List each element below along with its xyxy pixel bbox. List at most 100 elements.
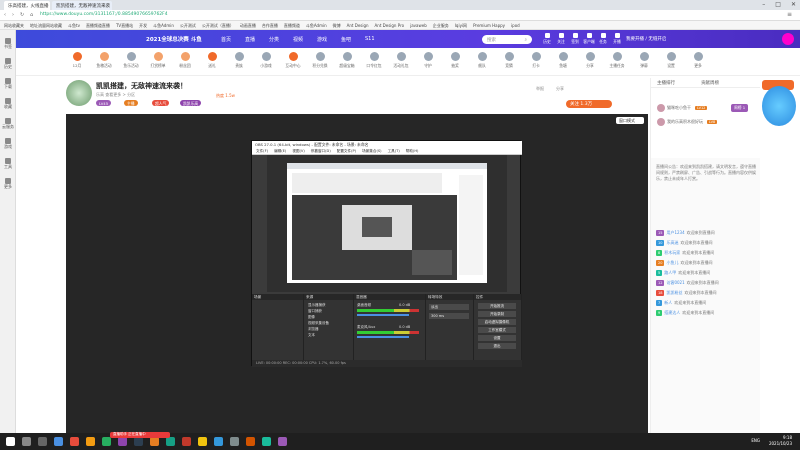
search-input[interactable]: 搜索 ⌕ xyxy=(482,35,532,44)
minimize-icon[interactable]: – xyxy=(762,1,765,8)
category-item[interactable]: 弹幕 xyxy=(633,52,655,69)
app-icon[interactable] xyxy=(198,437,207,446)
menu-icon[interactable]: ≡ xyxy=(787,11,792,18)
category-item[interactable]: 超级宝箱 xyxy=(336,52,358,69)
nav-link[interactable]: S11 xyxy=(365,36,375,42)
bookmark-item[interactable]: 微博 xyxy=(333,23,341,28)
category-item[interactable]: 分享 xyxy=(579,52,601,69)
user-menu[interactable]: 我要开播 / 无缝开启 xyxy=(626,36,666,42)
obs-volume-slider[interactable] xyxy=(357,314,409,316)
tab-weekly-rank[interactable]: 贡献周榜 xyxy=(701,80,719,86)
bookmark-item[interactable]: 地址流量网站收藏 xyxy=(30,23,62,28)
share-link[interactable]: 分享 xyxy=(556,86,564,92)
obs-menu-item[interactable]: 场景集合(S) xyxy=(362,149,381,153)
obs-control-button[interactable]: 设置 xyxy=(478,335,516,341)
live-banner[interactable]: 直播助手 正在直播中 xyxy=(110,432,170,438)
bookmark-item[interactable]: Ant Design xyxy=(347,23,369,28)
header-icon[interactable]: 历史 xyxy=(541,33,553,45)
header-icon[interactable]: 关注 xyxy=(555,33,567,45)
category-item[interactable]: 主播任务 xyxy=(606,52,628,69)
category-item[interactable]: 鱼粮活动 xyxy=(93,52,115,69)
app-icon[interactable] xyxy=(182,437,191,446)
category-item[interactable]: 互动中心 xyxy=(282,52,304,69)
category-item[interactable]: 送礼 xyxy=(201,52,223,69)
chat-user[interactable]: 搭建达人 xyxy=(664,310,680,315)
streamer-avatar[interactable] xyxy=(66,80,92,106)
obs-transition-duration[interactable]: 300 ms xyxy=(429,313,469,319)
header-icon[interactable]: 客户端 xyxy=(583,33,595,45)
app-icon[interactable] xyxy=(118,437,127,446)
tab-host-rank[interactable]: 主播排行 xyxy=(657,80,675,86)
bookmark-item[interactable]: Ant Design Pro xyxy=(375,23,405,28)
obs-control-button[interactable]: 开始录制 xyxy=(478,311,516,317)
back-icon[interactable]: ‹ xyxy=(4,12,6,18)
room-tag[interactable]: 主播 xyxy=(124,100,138,106)
bookmark-item[interactable]: Iqiyi网 xyxy=(455,23,467,28)
bookmark-item[interactable]: 直播频道 xyxy=(284,23,300,28)
obs-source-item[interactable]: 浏览器 xyxy=(308,327,319,332)
nav-link[interactable]: 分类 xyxy=(269,36,279,43)
obs-menu-item[interactable]: 文件(F) xyxy=(256,149,268,153)
sidebar-item[interactable]: 下载 xyxy=(1,78,15,90)
url-input[interactable]: https://www.douyu.com/3131167;/0.8854907… xyxy=(40,12,640,19)
forward-icon[interactable]: › xyxy=(12,12,14,18)
promo-bubble[interactable] xyxy=(762,86,796,126)
header-icon[interactable]: 签到 xyxy=(569,33,581,45)
bookmark-item[interactable]: 合作直播 xyxy=(262,23,278,28)
browser-tab-active[interactable]: 乐高搭建，火线直播 xyxy=(4,1,50,10)
player-mode-button[interactable]: 窗口模式 xyxy=(616,117,644,124)
obs-transition-select[interactable]: 淡出 xyxy=(429,304,469,310)
category-item[interactable]: 打卡 xyxy=(525,52,547,69)
maximize-icon[interactable]: □ xyxy=(775,1,781,8)
nav-link[interactable]: 鱼吧 xyxy=(341,36,351,43)
bookmark-item[interactable]: 企业服务 xyxy=(433,23,449,28)
nav-link[interactable]: 直播 xyxy=(245,36,255,43)
sidebar-item[interactable]: 历史 xyxy=(1,58,15,70)
site-logo[interactable]: 2021全球总决赛 斗鱼 xyxy=(146,35,202,43)
sidebar-item[interactable]: 更多 xyxy=(1,178,15,190)
bookmark-item[interactable]: TV直播站 xyxy=(116,23,133,28)
nav-link[interactable]: 首页 xyxy=(221,36,231,43)
category-item[interactable]: 舰队 xyxy=(471,52,493,69)
bookmark-item[interactable]: ipod xyxy=(511,23,520,28)
category-item[interactable]: 守护 xyxy=(417,52,439,69)
rank-row[interactable]: 猫咪吃小鱼干 LV12 xyxy=(657,104,708,114)
sidebar-item[interactable]: 收藏 xyxy=(1,98,15,110)
chat-user[interactable]: 访客0021 xyxy=(666,280,684,285)
app-icon[interactable] xyxy=(278,437,287,446)
header-icon[interactable]: 任务 xyxy=(597,33,609,45)
category-item[interactable]: 设置 xyxy=(660,52,682,69)
category-item[interactable]: 竞猜 xyxy=(498,52,520,69)
chat-user[interactable]: 路人甲 xyxy=(664,270,676,275)
app-icon[interactable] xyxy=(70,437,79,446)
category-item[interactable]: 鱼乐活动 xyxy=(120,52,142,69)
app-icon[interactable] xyxy=(86,437,95,446)
obs-control-button[interactable]: 开始推流 xyxy=(478,303,516,309)
category-item[interactable]: 更多 xyxy=(687,52,709,69)
search-icon[interactable]: ⌕ xyxy=(524,37,527,43)
app-icon[interactable] xyxy=(166,437,175,446)
sidebar-item[interactable]: 书签 xyxy=(1,38,15,50)
obs-menu-item[interactable]: 工具(T) xyxy=(388,149,400,153)
category-item[interactable]: 鱼塘 xyxy=(552,52,574,69)
category-item[interactable]: 小游戏 xyxy=(255,52,277,69)
bookmark-item[interactable]: 公开测试 xyxy=(180,23,196,28)
follow-button[interactable]: 关注 1.3万 xyxy=(566,100,612,108)
chat-user[interactable]: 积木玩家 xyxy=(664,250,680,255)
obs-control-button[interactable]: 启动虚拟摄像机 xyxy=(478,319,516,325)
report-link[interactable]: 举报 xyxy=(536,86,544,92)
bookmark-item[interactable]: javaweb xyxy=(410,23,427,28)
browser-tab[interactable]: 凯凯搭建，无敌神速流来袭 xyxy=(52,1,112,10)
nav-link[interactable]: 视频 xyxy=(293,36,303,43)
task-view-icon[interactable] xyxy=(38,437,47,446)
refresh-icon[interactable]: ↻ xyxy=(20,12,24,18)
bookmark-item[interactable]: 网站收藏夹 xyxy=(4,23,24,28)
chat-user[interactable]: 凯凯粉丝 xyxy=(666,290,682,295)
app-icon[interactable] xyxy=(214,437,223,446)
category-item[interactable]: 积分兑换 xyxy=(309,52,331,69)
header-icon[interactable]: 开播 xyxy=(611,33,623,45)
obs-source-item[interactable]: 文本 xyxy=(308,333,315,338)
category-item[interactable]: 口令红包 xyxy=(363,52,385,69)
category-item[interactable]: 打赏榜单 xyxy=(147,52,169,69)
chat-user[interactable]: 小鱼儿 xyxy=(666,260,678,265)
